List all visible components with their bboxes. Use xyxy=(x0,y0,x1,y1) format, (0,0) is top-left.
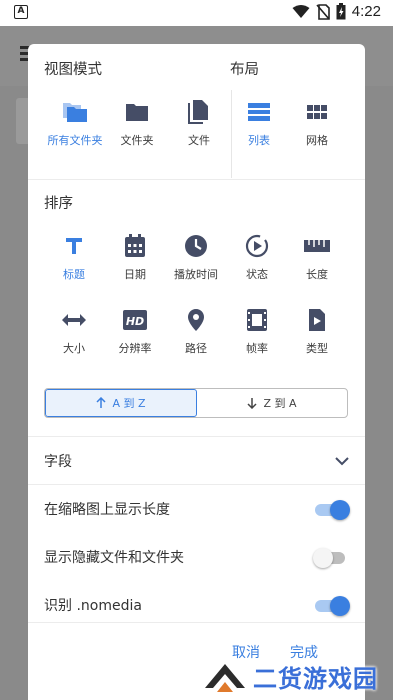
sort-by-play-time-label: 播放时间 xyxy=(174,268,218,281)
watermark-logo-icon xyxy=(205,664,245,692)
sort-by-date[interactable]: 日期 xyxy=(102,230,168,282)
divider xyxy=(28,179,365,180)
sort-by-resolution[interactable]: HD 分辨率 xyxy=(102,304,168,356)
title-t-icon xyxy=(66,238,82,254)
calendar-icon xyxy=(125,234,145,257)
sort-by-size[interactable]: 大小 xyxy=(41,304,107,356)
clock-icon xyxy=(185,235,207,257)
hd-icon: HD xyxy=(123,310,147,330)
layout-list-label: 列表 xyxy=(248,134,270,147)
sort-by-size-label: 大小 xyxy=(63,342,85,355)
grid-icon xyxy=(307,105,327,119)
view-mode-folders[interactable]: 文件夹 xyxy=(104,96,170,148)
sort-by-play-time[interactable]: 播放时间 xyxy=(163,230,229,282)
sort-by-length[interactable]: 长度 xyxy=(284,230,350,282)
status-bar: A 4:22 xyxy=(0,0,393,26)
layout-title: 布局 xyxy=(230,62,259,78)
view-mode-title: 视图模式 xyxy=(44,62,102,78)
sort-order-toggle: A 到 Z Z 到 A xyxy=(44,388,348,418)
toggle-label: 显示隐藏文件和文件夹 xyxy=(44,550,184,566)
arrows-horizontal-icon xyxy=(62,314,86,326)
view-mode-all-folders[interactable]: 所有文件夹 xyxy=(42,96,108,148)
toggle-label: 识别 .nomedia xyxy=(44,598,142,614)
layout-list[interactable]: 列表 xyxy=(226,96,292,148)
divider xyxy=(28,622,365,623)
fields-label: 字段 xyxy=(44,454,72,470)
sort-by-frame-rate-label: 帧率 xyxy=(246,342,268,355)
toggle-row-nomedia[interactable]: 识别 .nomedia xyxy=(28,583,365,627)
display-settings-dialog: 视图模式 布局 所有文件夹 文件夹 文件 列表 网格 排序 标题 日期 播放时间… xyxy=(28,44,365,700)
sort-by-title-label: 标题 xyxy=(63,268,85,281)
sort-by-type[interactable]: 类型 xyxy=(284,304,350,356)
video-file-icon xyxy=(309,309,325,331)
toggle-row-show-length[interactable]: 在缩略图上显示长度 xyxy=(28,487,365,531)
view-mode-all-folders-label: 所有文件夹 xyxy=(47,134,103,147)
divider xyxy=(28,436,365,437)
divider xyxy=(28,484,365,485)
view-mode-files-label: 文件 xyxy=(188,134,210,147)
list-icon xyxy=(248,103,270,121)
layout-grid[interactable]: 网格 xyxy=(284,96,350,148)
sort-by-status-label: 状态 xyxy=(246,268,268,281)
svg-text:HD: HD xyxy=(126,315,144,328)
arrow-down-icon xyxy=(247,398,257,409)
play-status-icon xyxy=(245,234,269,258)
sort-by-type-label: 类型 xyxy=(306,342,328,355)
show-length-switch[interactable] xyxy=(313,499,350,520)
sort-by-path[interactable]: 路径 xyxy=(163,304,229,356)
sort-by-resolution-label: 分辨率 xyxy=(118,342,152,355)
view-mode-files[interactable]: 文件 xyxy=(166,96,232,148)
notification-a-icon: A xyxy=(14,5,28,19)
sort-by-path-label: 路径 xyxy=(185,342,207,355)
nomedia-switch[interactable] xyxy=(313,595,350,616)
toggle-row-show-hidden[interactable]: 显示隐藏文件和文件夹 xyxy=(28,535,365,579)
watermark: 二货游戏园 xyxy=(203,654,378,698)
sort-by-frame-rate[interactable]: 帧率 xyxy=(224,304,290,356)
sort-descending-button[interactable]: Z 到 A xyxy=(197,389,347,417)
view-mode-folders-label: 文件夹 xyxy=(120,134,154,147)
ruler-icon xyxy=(304,240,330,252)
sort-by-date-label: 日期 xyxy=(124,268,146,281)
layout-grid-label: 网格 xyxy=(306,134,328,147)
sort-title: 排序 xyxy=(44,196,73,212)
film-icon xyxy=(247,309,267,331)
folders-stack-icon xyxy=(63,103,87,122)
no-sim-icon xyxy=(316,3,330,20)
show-hidden-switch[interactable] xyxy=(313,547,349,568)
clock-time: 4:22 xyxy=(351,3,381,20)
sort-ascending-button[interactable]: A 到 Z xyxy=(45,389,197,417)
toggle-label: 在缩略图上显示长度 xyxy=(44,502,170,518)
file-copy-icon xyxy=(188,100,208,124)
chevron-down-icon xyxy=(335,456,349,465)
battery-charging-icon xyxy=(336,3,346,20)
sort-by-status[interactable]: 状态 xyxy=(224,230,290,282)
location-pin-icon xyxy=(188,309,204,331)
sort-by-length-label: 长度 xyxy=(306,268,328,281)
watermark-text: 二货游戏园 xyxy=(253,664,378,693)
sort-descending-label: Z 到 A xyxy=(263,397,297,410)
sort-by-title[interactable]: 标题 xyxy=(41,230,107,282)
fields-expander[interactable]: 字段 xyxy=(28,439,365,483)
arrow-up-icon xyxy=(96,397,106,408)
folder-icon xyxy=(126,104,148,121)
wifi-icon xyxy=(292,5,310,18)
sort-ascending-label: A 到 Z xyxy=(112,397,146,410)
